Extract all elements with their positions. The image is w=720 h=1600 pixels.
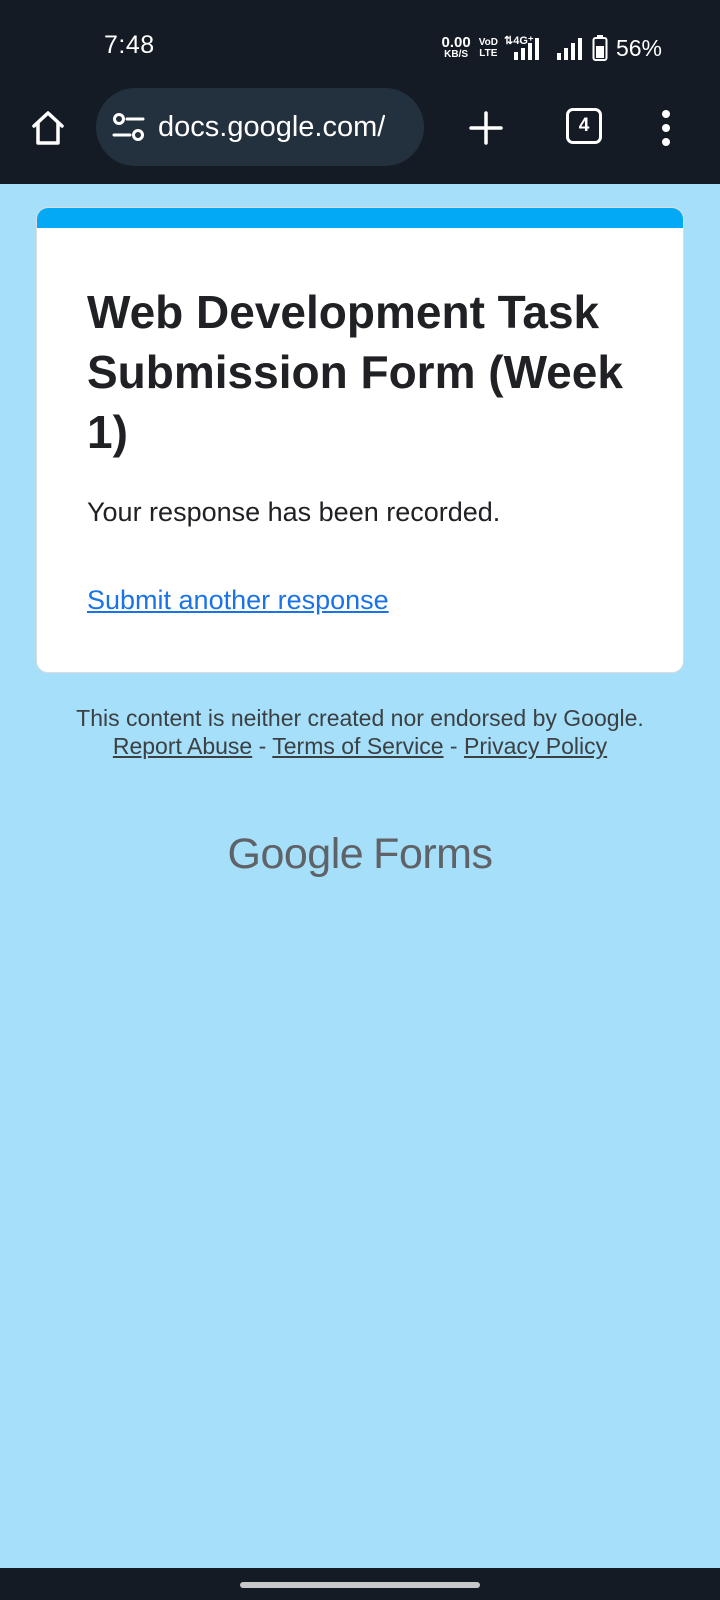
status-icons: 0.00 KB/S VoD LTE ⇅4G⁺ 56% (441, 32, 662, 64)
new-tab-button[interactable] (464, 106, 508, 150)
site-settings-icon[interactable] (110, 108, 148, 146)
address-bar[interactable]: docs.google.com/ (96, 88, 424, 166)
signal-4g-icon: ⇅4G⁺ (504, 35, 539, 60)
tab-count: 4 (578, 115, 590, 136)
confirmation-card: Web Development Task Submission Form (We… (36, 207, 684, 673)
system-navigation-bar (0, 1568, 720, 1600)
card-accent-bar (37, 208, 683, 228)
volte-top: VoD (478, 37, 498, 48)
disclaimer-text: This content is neither created nor endo… (76, 705, 644, 731)
network-speed-value: 0.00 (441, 34, 471, 51)
network-speed: 0.00 KB/S (441, 34, 471, 60)
footer-separator: - (258, 733, 267, 759)
terms-of-service-link[interactable]: Terms of Service (272, 733, 443, 759)
report-abuse-link[interactable]: Report Abuse (113, 733, 252, 759)
menu-dot (662, 124, 670, 132)
footer-separator: - (449, 733, 458, 759)
volte-badge: VoD LTE (479, 37, 498, 59)
plus-icon (469, 111, 503, 145)
google-wordmark: Google (227, 830, 364, 878)
privacy-policy-link[interactable]: Privacy Policy (464, 733, 607, 759)
screen: 7:48 0.00 KB/S VoD LTE ⇅4G⁺ 56% docs.goo… (0, 0, 720, 1600)
home-button[interactable] (26, 106, 70, 150)
gesture-handle[interactable] (240, 1582, 480, 1588)
tab-switcher-button[interactable]: 4 (566, 108, 602, 144)
confirmation-message: Your response has been recorded. (87, 497, 501, 527)
battery-icon (592, 35, 608, 61)
google-forms-logo[interactable]: Google Forms (0, 830, 720, 879)
footer-disclaimer: This content is neither created nor endo… (70, 704, 650, 760)
url-text: docs.google.com/ (158, 110, 386, 143)
menu-dot (662, 110, 670, 118)
menu-dot (662, 138, 670, 146)
forms-wordmark: Forms (373, 830, 493, 878)
volte-bottom: LTE (479, 48, 498, 59)
home-icon (32, 111, 64, 145)
status-time: 7:48 (104, 31, 155, 59)
network-speed-unit: KB/S (444, 49, 469, 60)
form-title: Web Development Task Submission Form (We… (87, 286, 623, 458)
browser-chrome: 7:48 0.00 KB/S VoD LTE ⇅4G⁺ 56% docs.goo… (0, 0, 720, 184)
overflow-menu-button[interactable] (650, 106, 682, 150)
battery-percent: 56% (615, 34, 662, 61)
signal-bars-icon (556, 38, 582, 60)
submit-another-response-link[interactable]: Submit another response (87, 585, 389, 616)
omnibox-row: docs.google.com/ 4 (0, 88, 720, 168)
